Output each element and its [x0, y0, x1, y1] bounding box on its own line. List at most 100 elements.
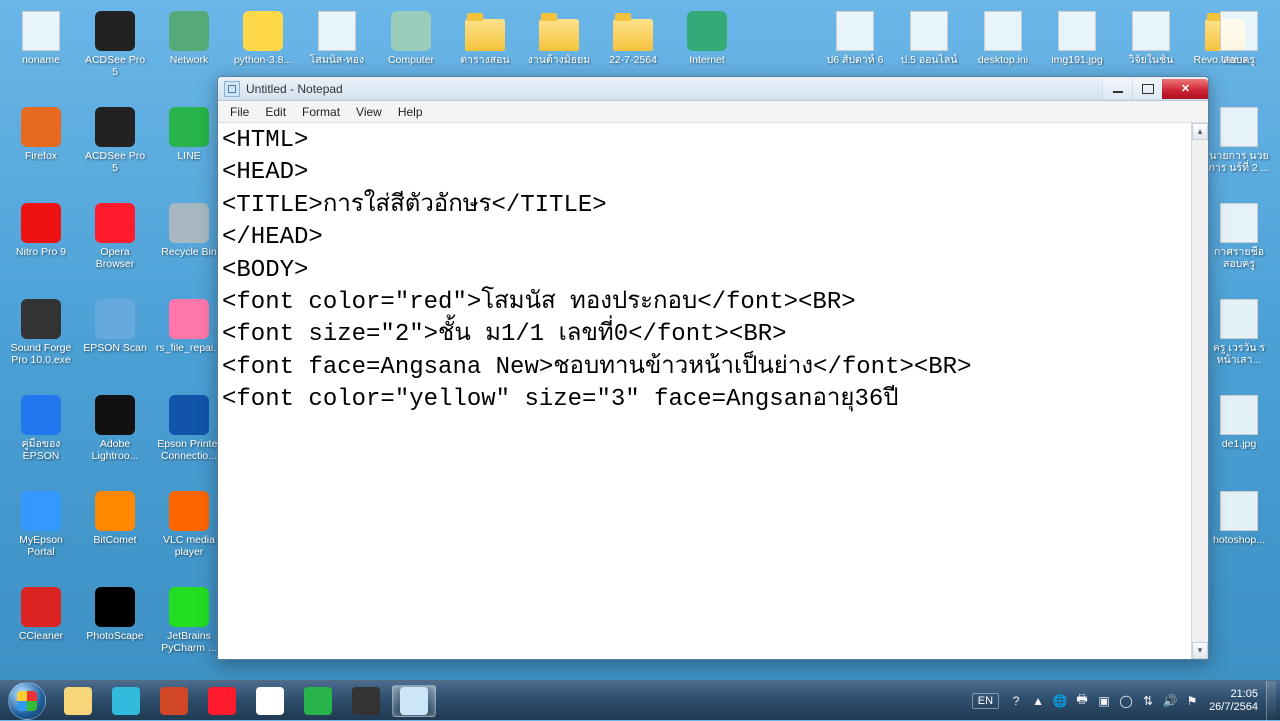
desktop-icon[interactable]: CCleaner: [6, 584, 76, 676]
tray-line-icon[interactable]: ◯: [1117, 692, 1135, 710]
app-icon: [94, 202, 136, 244]
file-icon: [1218, 202, 1260, 244]
app-icon: [94, 298, 136, 340]
notepad-window: Untitled - Notepad FileEditFormatViewHel…: [217, 76, 1209, 660]
file-icon: [982, 10, 1024, 52]
notepad-icon: [224, 81, 240, 97]
tray-vol-icon[interactable]: 🔊: [1161, 692, 1179, 710]
file-icon: [908, 10, 950, 52]
icon-label: วิจัยในชั้น: [1128, 54, 1175, 66]
desktop-icon[interactable]: PhotoScape: [80, 584, 150, 676]
desktop-icon[interactable]: Adobe Lightroo...: [80, 392, 150, 484]
desktop-icon[interactable]: ACDSee Pro 5: [80, 8, 150, 100]
icon-label: Recycle Bin: [160, 246, 217, 258]
taskbar-opera[interactable]: [200, 685, 244, 717]
desktop-icon[interactable]: EPSON Scan: [80, 296, 150, 388]
app-icon: [390, 10, 432, 52]
desktop-icon[interactable]: hotoshop...: [1204, 488, 1274, 584]
app-icon: [94, 394, 136, 436]
clock-date: 26/7/2564: [1209, 701, 1258, 714]
scroll-down-button[interactable]: ▾: [1192, 642, 1208, 659]
window-title: Untitled - Notepad: [246, 82, 1102, 96]
text-area[interactable]: <HTML> <HEAD> <TITLE>การใส่สีตัวอักษร</T…: [218, 123, 1208, 659]
icon-label: MyEpson Portal: [6, 534, 76, 558]
desktop-icon[interactable]: สอบครู: [1204, 8, 1274, 104]
close-button[interactable]: [1162, 79, 1208, 99]
desktop-icon[interactable]: Epson Printer Connectio...: [154, 392, 224, 484]
app-icon: [20, 298, 62, 340]
menu-help[interactable]: Help: [390, 103, 431, 121]
obs-icon: [352, 687, 380, 715]
tray-flag-icon[interactable]: ⚑: [1183, 692, 1201, 710]
icon-label: desktop.ini: [977, 54, 1029, 66]
show-desktop-button[interactable]: [1266, 681, 1276, 721]
taskbar-ie[interactable]: [104, 685, 148, 717]
file-icon: [1218, 298, 1260, 340]
icon-label: EPSON Scan: [82, 342, 148, 354]
desktop-icon[interactable]: นายการ นวยการ นร์ที่ 2 ...: [1204, 104, 1274, 200]
icon-label: Internet: [688, 54, 726, 66]
desktop-icon[interactable]: noname: [6, 8, 76, 100]
window-buttons: [1102, 79, 1208, 99]
app-icon: [686, 10, 728, 52]
scroll-up-button[interactable]: ▴: [1192, 123, 1208, 140]
desktop-icon[interactable]: VLC media player: [154, 488, 224, 580]
menu-edit[interactable]: Edit: [257, 103, 294, 121]
ie-icon: [112, 687, 140, 715]
desktop-icon[interactable]: กาศรายชื่อ สอบครู: [1204, 200, 1274, 296]
icon-label: de1.jpg: [1221, 438, 1257, 450]
desktop-icon[interactable]: Sound Forge Pro 10.0.exe: [6, 296, 76, 388]
app-icon: [168, 298, 210, 340]
taskbar-chrome[interactable]: [248, 685, 292, 717]
tray-net-icon[interactable]: ⇅: [1139, 692, 1157, 710]
minimize-button[interactable]: [1102, 79, 1132, 99]
desktop-icon[interactable]: Network: [154, 8, 224, 100]
desktop-icon[interactable]: Opera Browser: [80, 200, 150, 292]
tray-shield-icon[interactable]: ▣: [1095, 692, 1113, 710]
explorer-icon: [64, 687, 92, 715]
folder-icon: [464, 10, 506, 52]
icon-label: ป.5 ออนไลน์: [899, 54, 958, 66]
desktop-icon[interactable]: de1.jpg: [1204, 392, 1274, 488]
scroll-thumb[interactable]: [1193, 140, 1207, 642]
taskbar-explorer[interactable]: [56, 685, 100, 717]
vertical-scrollbar[interactable]: ▴ ▾: [1191, 123, 1208, 659]
start-button[interactable]: [0, 681, 54, 721]
file-icon: [1218, 490, 1260, 532]
clock-time: 21:05: [1209, 688, 1258, 701]
desktop-icon[interactable]: Firefox: [6, 104, 76, 196]
app-icon: [168, 394, 210, 436]
file-icon: [1218, 394, 1260, 436]
desktop-icon[interactable]: BitComet: [80, 488, 150, 580]
menu-view[interactable]: View: [348, 103, 390, 121]
tray-globe-icon[interactable]: 🌐: [1051, 692, 1069, 710]
menu-file[interactable]: File: [222, 103, 257, 121]
menu-format[interactable]: Format: [294, 103, 348, 121]
taskbar-obs[interactable]: [344, 685, 388, 717]
desktop-icon[interactable]: คู่มือของ EPSON: [6, 392, 76, 484]
icon-label: img191.jpg: [1050, 54, 1103, 66]
taskbar-powerpoint[interactable]: [152, 685, 196, 717]
tray-up-icon[interactable]: ▲: [1029, 692, 1047, 710]
tray-printer-icon[interactable]: 🖶: [1073, 692, 1091, 710]
icon-label: ACDSee Pro 5: [80, 150, 150, 174]
taskbar-line[interactable]: [296, 685, 340, 717]
language-indicator[interactable]: EN: [972, 693, 999, 709]
desktop-icon[interactable]: Recycle Bin: [154, 200, 224, 292]
desktop-icon[interactable]: MyEpson Portal: [6, 488, 76, 580]
app-icon: [168, 202, 210, 244]
maximize-button[interactable]: [1132, 79, 1162, 99]
icon-label: LINE: [176, 150, 201, 162]
tray-help-icon[interactable]: ?: [1007, 692, 1025, 710]
taskbar-notepad[interactable]: [392, 685, 436, 717]
desktop-icon[interactable]: rs_file_repai...: [154, 296, 224, 388]
desktop-icon[interactable]: LINE: [154, 104, 224, 196]
desktop-icon[interactable]: ACDSee Pro 5: [80, 104, 150, 196]
title-bar[interactable]: Untitled - Notepad: [218, 77, 1208, 101]
app-icon: [168, 106, 210, 148]
desktop-icon[interactable]: JetBrains PyCharm ...: [154, 584, 224, 676]
desktop-icon[interactable]: ครู เวรวัน ร หน้าเสา...: [1204, 296, 1274, 392]
clock[interactable]: 21:05 26/7/2564: [1209, 688, 1258, 713]
desktop-icon[interactable]: Nitro Pro 9: [6, 200, 76, 292]
app-icon: [168, 586, 210, 628]
